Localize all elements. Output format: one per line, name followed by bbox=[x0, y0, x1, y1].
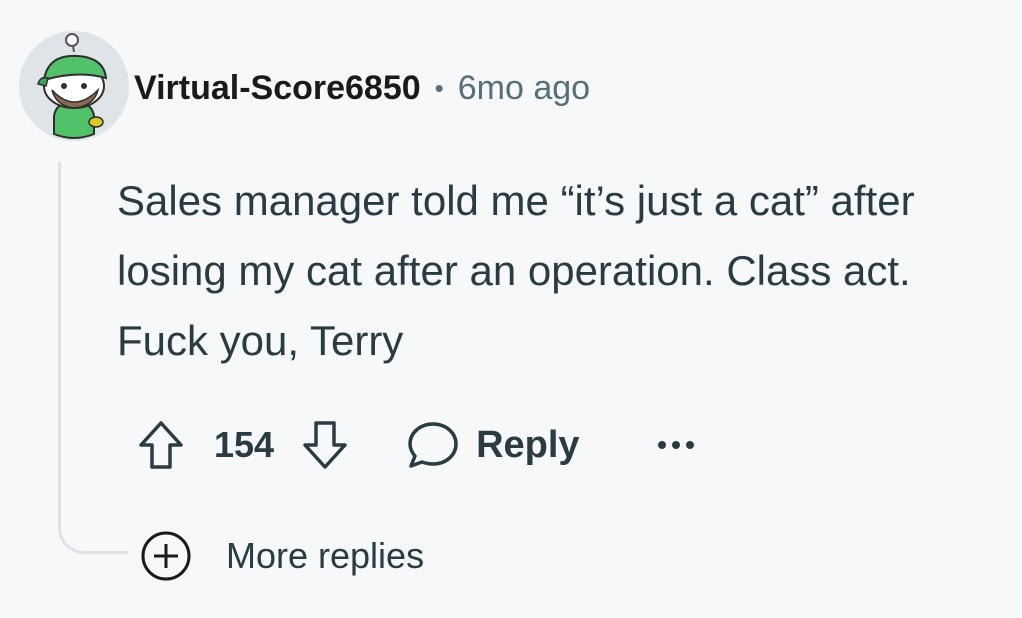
arrow-down-icon bbox=[303, 421, 347, 469]
upvote-button[interactable] bbox=[132, 416, 190, 474]
plus-circle-icon bbox=[141, 531, 191, 581]
comment-body: Sales manager told me “it’s just a cat” … bbox=[117, 177, 915, 364]
speech-bubble-icon bbox=[408, 422, 458, 468]
reply-button[interactable]: Reply bbox=[406, 416, 580, 474]
avatar[interactable] bbox=[18, 30, 130, 142]
timestamp[interactable]: 6mo ago bbox=[458, 69, 590, 108]
avatar-image bbox=[19, 31, 129, 141]
meta-separator: • bbox=[434, 72, 444, 103]
ellipsis-icon bbox=[657, 441, 694, 449]
more-options-button[interactable] bbox=[656, 416, 696, 474]
comment-header: Virtual-Score6850 • 6mo ago bbox=[134, 66, 590, 110]
username[interactable]: Virtual-Score6850 bbox=[134, 69, 421, 108]
downvote-button[interactable] bbox=[296, 416, 354, 474]
comment-action-bar: 154 Reply bbox=[132, 414, 696, 476]
more-replies-label: More replies bbox=[226, 535, 425, 576]
reply-label: Reply bbox=[476, 423, 580, 466]
arrow-up-icon bbox=[139, 421, 183, 469]
vote-score: 154 bbox=[214, 424, 275, 465]
more-replies-button[interactable]: More replies bbox=[140, 530, 424, 582]
